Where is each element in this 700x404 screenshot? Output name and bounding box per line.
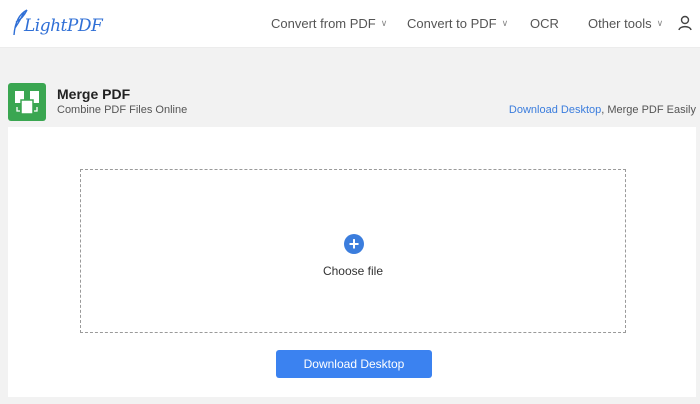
nav-label: Other tools: [588, 16, 652, 31]
nav-convert-to-pdf[interactable]: Convert to PDF ∨: [407, 16, 508, 31]
logo-text: LightPDF: [24, 16, 103, 36]
choose-file-label[interactable]: Choose file: [81, 264, 625, 278]
nav-label: Convert from PDF: [271, 16, 376, 31]
upload-panel: + Choose file Download Desktop: [8, 127, 696, 397]
page-subtitle: Combine PDF Files Online: [57, 104, 188, 116]
download-promo: Download Desktop, Merge PDF Easily: [509, 104, 696, 116]
chevron-down-icon: ∨: [380, 18, 388, 28]
chevron-down-icon: ∨: [501, 18, 509, 28]
merge-pdf-icon: [8, 83, 46, 121]
chevron-down-icon: ∨: [656, 18, 664, 28]
lightpdf-logo[interactable]: LightPDF: [10, 8, 103, 40]
nav-convert-from-pdf[interactable]: Convert from PDF ∨: [271, 16, 387, 31]
promo-text: , Merge PDF Easily: [601, 104, 696, 116]
nav-label: Convert to PDF: [407, 16, 497, 31]
top-navigation-bar: LightPDF Convert from PDF ∨ Convert to P…: [0, 0, 700, 48]
page-title: Merge PDF: [57, 86, 131, 102]
download-desktop-link[interactable]: Download Desktop: [509, 104, 601, 116]
user-icon[interactable]: [677, 15, 693, 31]
file-dropzone[interactable]: + Choose file: [80, 169, 626, 333]
nav-other-tools[interactable]: Other tools ∨: [588, 16, 663, 31]
download-desktop-button[interactable]: Download Desktop: [276, 350, 432, 378]
nav-ocr[interactable]: OCR: [530, 16, 559, 31]
nav-label: OCR: [530, 16, 559, 31]
plus-icon[interactable]: +: [344, 234, 364, 254]
